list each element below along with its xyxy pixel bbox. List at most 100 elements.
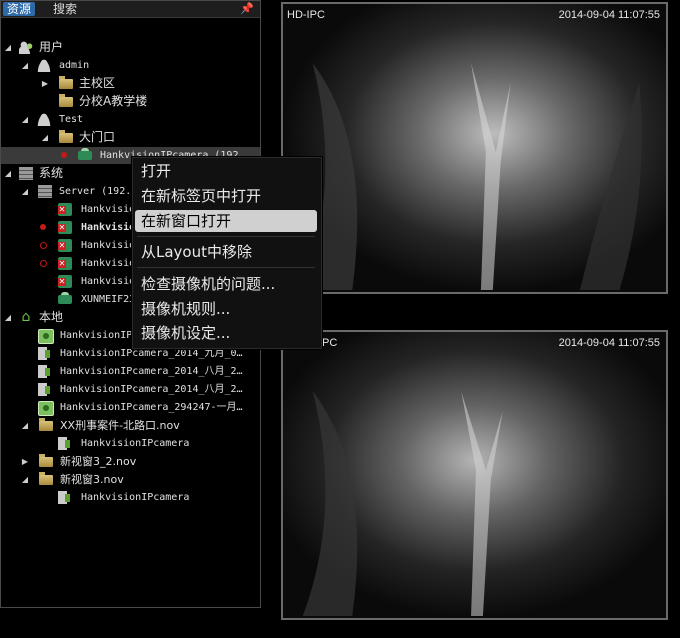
collapse-arrow-icon[interactable]: ◢	[40, 129, 50, 146]
tree-label: Test	[59, 114, 84, 125]
collapse-arrow-icon[interactable]: ◢	[20, 471, 30, 488]
video-timestamp: 2014-09-04 11:07:55	[558, 9, 660, 21]
menu-separator	[137, 267, 315, 268]
layout-icon	[39, 454, 53, 467]
menu-item-camera-settings[interactable]: 摄像机设定...	[135, 322, 317, 344]
menu-item-open-new-tab[interactable]: 在新标签页中打开	[135, 185, 317, 207]
camera-icon	[58, 292, 72, 304]
recording-file-icon	[38, 401, 54, 416]
video-file-icon	[58, 437, 70, 450]
users-icon	[19, 41, 33, 54]
panel-tabs: 资源 搜索 📌	[1, 1, 260, 18]
tree-label: admin	[59, 60, 90, 71]
tree-label: HankvisionIP	[60, 330, 133, 341]
camera-offline-icon	[58, 257, 72, 270]
tree-label: 新视窗3_2.nov	[60, 455, 137, 468]
tree-label: HankvisionIPcamera_2014_八月_2…	[60, 384, 243, 395]
video-panel-bottom[interactable]: IPC 2014-09-04 11:07:55	[281, 330, 668, 620]
record-schedule-dot-icon	[40, 260, 47, 267]
camera-offline-icon	[58, 275, 72, 288]
collapse-arrow-icon[interactable]: ◢	[20, 417, 30, 434]
tree-label: HankvisionIPcamera_294247-一月…	[60, 402, 243, 413]
tree-item-layout[interactable]: ◢ 新视窗3.nov	[1, 471, 260, 488]
camera-icon	[78, 148, 92, 160]
tree-label: Hankvisio	[81, 276, 136, 287]
tree-item-layout[interactable]: ◢ XX刑事案件-北路口.nov	[1, 417, 260, 434]
collapse-arrow-icon[interactable]: ◢	[20, 183, 30, 200]
context-menu: 打开 在新标签页中打开 在新窗口打开 从Layout中移除 检查摄像机的问题..…	[132, 157, 322, 349]
collapse-arrow-icon[interactable]: ◢	[3, 39, 13, 56]
tree-label: 新视窗3.nov	[60, 473, 124, 486]
tree-item-local-file[interactable]: HankvisionIPcamera_2014_八月_2…	[1, 381, 260, 398]
tree-item-users[interactable]: ◢ 用户	[1, 39, 260, 56]
menu-item-check-camera[interactable]: 检查摄像机的问题...	[135, 273, 317, 295]
folder-icon	[59, 76, 73, 89]
layout-icon	[39, 472, 53, 485]
menu-separator	[137, 236, 315, 237]
video-frame	[283, 332, 666, 618]
tree-label: Hankvisio	[81, 222, 136, 233]
system-icon	[19, 167, 33, 180]
tree-label: 分校A教学楼	[79, 94, 148, 108]
tree-item-gate[interactable]: ◢ 大门口	[1, 129, 260, 146]
folder-icon	[59, 94, 73, 107]
tree-label: Hankvisio	[81, 258, 136, 269]
tree-label: Server (192.…	[59, 186, 138, 197]
video-file-icon	[38, 383, 50, 396]
camera-offline-icon	[58, 203, 72, 216]
collapse-arrow-icon[interactable]: ◢	[20, 111, 30, 128]
tree-label: XUNMEIF23	[81, 294, 136, 305]
tree-label: 主校区	[79, 76, 116, 90]
recording-dot-icon	[40, 224, 46, 230]
collapse-arrow-icon[interactable]: ◢	[3, 309, 13, 326]
camera-offline-icon	[58, 239, 72, 252]
server-icon	[38, 185, 52, 198]
video-timestamp: 2014-09-04 11:07:55	[558, 337, 660, 349]
tree-item-test[interactable]: ◢ Test	[1, 111, 260, 128]
tree-item-layout-camera[interactable]: HankvisionIPcamera	[1, 489, 260, 506]
tree-item-local-file[interactable]: HankvisionIPcamera_2014_八月_2…	[1, 363, 260, 380]
home-icon: ⌂	[21, 309, 31, 325]
menu-item-remove-layout[interactable]: 从Layout中移除	[135, 241, 317, 263]
tree-item-admin[interactable]: ◢ admin	[1, 57, 260, 74]
tree-label: HankvisionIPcamera	[81, 492, 190, 503]
pin-icon[interactable]: 📌	[240, 2, 254, 15]
user-icon	[37, 59, 51, 72]
tab-search[interactable]: 搜索	[49, 2, 81, 16]
layout-icon	[39, 418, 53, 431]
video-frame	[283, 4, 666, 292]
tree-label: HankvisionIPcamera	[81, 438, 190, 449]
tree-item-main-campus[interactable]: ▶ 主校区	[1, 75, 260, 92]
video-file-icon	[38, 347, 50, 360]
tree-label: HankvisionIPcamera_2014_八月_2…	[60, 366, 243, 377]
tree-label: 系统	[39, 166, 64, 180]
collapse-arrow-icon[interactable]: ◢	[20, 57, 30, 74]
video-panel-top[interactable]: HD-IPC 2014-09-04 11:07:55	[281, 2, 668, 294]
tree-item-branch[interactable]: 分校A教学楼	[1, 93, 260, 110]
recording-file-icon	[38, 329, 54, 344]
tree-label: Hankvisio	[81, 240, 136, 251]
tab-resources[interactable]: 资源	[3, 2, 36, 16]
video-file-icon	[38, 365, 50, 378]
folder-icon	[59, 130, 73, 143]
user-icon	[37, 113, 51, 126]
tree-label: 用户	[39, 40, 64, 54]
tree-label: 大门口	[79, 130, 116, 144]
tree-item-layout-camera[interactable]: HankvisionIPcamera	[1, 435, 260, 452]
video-file-icon	[58, 491, 70, 504]
menu-item-camera-rules[interactable]: 摄像机规则...	[135, 298, 317, 320]
record-schedule-dot-icon	[40, 242, 47, 249]
menu-item-open-new-window[interactable]: 在新窗口打开	[135, 210, 317, 232]
tree-label: XX刑事案件-北路口.nov	[60, 419, 180, 432]
camera-offline-icon	[58, 221, 72, 234]
collapse-arrow-icon[interactable]: ◢	[3, 165, 13, 182]
camera-label: HD-IPC	[287, 9, 325, 21]
tree-label: Hankvisio	[81, 204, 136, 215]
expand-arrow-icon[interactable]: ▶	[40, 75, 50, 92]
tree-item-local-file[interactable]: HankvisionIPcamera_294247-一月…	[1, 399, 260, 416]
recording-dot-icon	[61, 152, 67, 158]
expand-arrow-icon[interactable]: ▶	[20, 453, 30, 470]
menu-item-open[interactable]: 打开	[135, 160, 317, 182]
tree-item-layout[interactable]: ▶ 新视窗3_2.nov	[1, 453, 260, 470]
tree-label: 本地	[39, 310, 64, 324]
